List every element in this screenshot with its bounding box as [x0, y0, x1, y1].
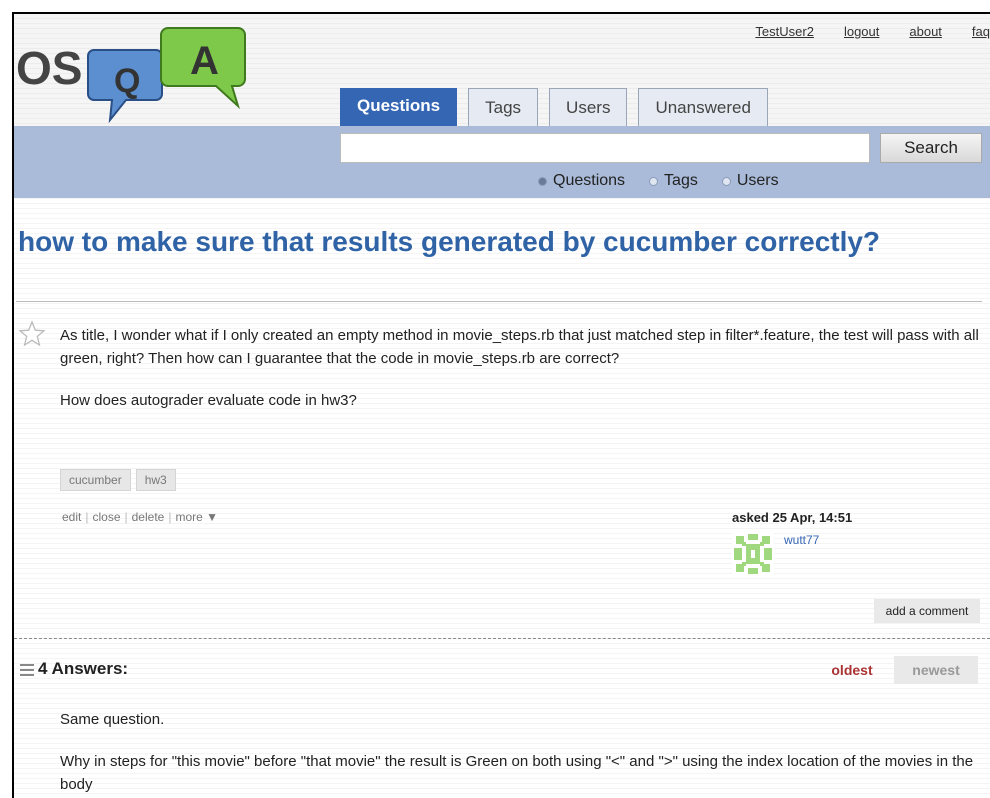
search-scope: Questions Tags Users	[538, 172, 803, 190]
title-divider	[16, 301, 982, 302]
question-tags: cucumber hw3	[60, 469, 181, 491]
sort-oldest-tab[interactable]: oldest	[814, 656, 890, 684]
logo-text-q: Q	[114, 62, 140, 100]
question-paragraph: As title, I wonder what if I only create…	[60, 327, 979, 367]
question-paragraph: How does autograder evaluate code in hw3…	[60, 392, 357, 409]
scope-questions[interactable]: Questions	[538, 172, 625, 190]
answers-list-icon	[20, 664, 34, 676]
close-link[interactable]: close	[92, 510, 120, 524]
radio-tags[interactable]	[649, 176, 659, 186]
answer-paragraph: Same question.	[60, 711, 165, 728]
search-bar: Search Questions Tags Users	[14, 126, 990, 198]
search-button[interactable]: Search	[880, 133, 982, 163]
page: OS Q A TestUser2 logout about faq Questi…	[14, 14, 990, 798]
frame-top	[0, 0, 990, 12]
question-body: As title, I wonder what if I only create…	[60, 324, 980, 431]
top-links: TestUser2 logout about faq	[755, 24, 990, 39]
answer-paragraph: Why in steps for "this movie" before "th…	[60, 753, 974, 793]
logo-text-os: OS	[16, 42, 82, 94]
main-tabs: Questions Tags Users Unanswered	[340, 88, 779, 126]
answers-count: 4 Answers:	[38, 659, 129, 678]
radio-questions[interactable]	[538, 176, 547, 186]
about-link[interactable]: about	[909, 24, 942, 39]
user-link[interactable]: TestUser2	[755, 24, 814, 39]
author-link[interactable]: wutt77	[784, 533, 819, 547]
scope-users-label: Users	[736, 172, 779, 189]
search-input[interactable]	[340, 133, 870, 163]
more-link[interactable]: more ▼	[175, 510, 218, 524]
scope-tags[interactable]: Tags	[649, 172, 698, 190]
answers-divider	[14, 638, 990, 639]
question-title[interactable]: how to make sure that results generated …	[18, 224, 918, 259]
tab-questions[interactable]: Questions	[340, 88, 458, 126]
favorite-star-icon[interactable]	[18, 320, 46, 348]
tab-tags[interactable]: Tags	[468, 88, 539, 126]
header: OS Q A TestUser2 logout about faq Questi…	[14, 14, 990, 128]
asked-timestamp: asked 25 Apr, 14:51	[732, 510, 853, 525]
separator: |	[85, 510, 89, 524]
sort-newest-tab[interactable]: newest	[894, 656, 978, 684]
answer-body: Same question. Why in steps for "this mo…	[60, 708, 980, 798]
tag-cucumber[interactable]: cucumber	[60, 469, 131, 491]
tab-users[interactable]: Users	[549, 88, 628, 126]
scope-questions-label: Questions	[553, 172, 626, 189]
faq-link[interactable]: faq	[972, 24, 990, 39]
separator: |	[124, 510, 128, 524]
scope-users[interactable]: Users	[721, 172, 779, 190]
tab-unanswered[interactable]: Unanswered	[638, 88, 768, 126]
logout-link[interactable]: logout	[844, 24, 879, 39]
scope-tags-label: Tags	[664, 172, 698, 189]
tag-hw3[interactable]: hw3	[135, 469, 176, 491]
avatar[interactable]	[732, 532, 774, 576]
delete-link[interactable]: delete	[132, 510, 165, 524]
logo-text-a: A	[190, 39, 219, 83]
radio-users[interactable]	[721, 176, 731, 186]
question-actions: edit | close | delete | more ▼	[62, 510, 218, 524]
osqa-logo[interactable]: OS Q A	[16, 22, 256, 132]
add-comment-button[interactable]: add a comment	[874, 599, 980, 623]
edit-link[interactable]: edit	[62, 510, 81, 524]
separator: |	[168, 510, 172, 524]
